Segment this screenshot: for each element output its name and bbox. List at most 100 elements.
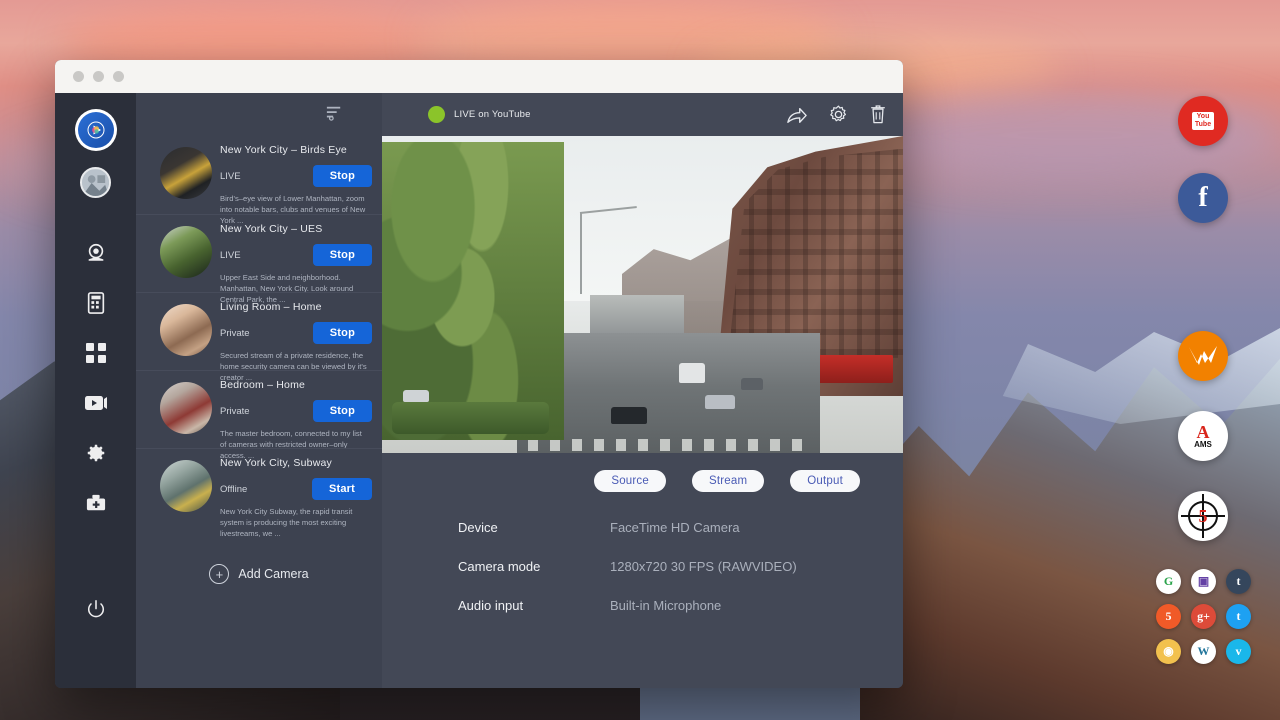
sidebar-item-settings[interactable] xyxy=(74,428,118,478)
camera-list: New York City – Birds EyeLIVEStopBird's–… xyxy=(136,136,382,526)
spec-value[interactable]: 1280x720 30 FPS (RAWVIDEO) xyxy=(610,559,797,574)
desktop: New York City – Birds EyeLIVEStopBird's–… xyxy=(0,0,1280,720)
adobe-ams-badge[interactable]: AAMS xyxy=(1178,411,1228,461)
trash-icon[interactable] xyxy=(869,104,887,125)
camera-toggle-button[interactable]: Stop xyxy=(313,322,372,344)
camera-title: Bedroom – Home xyxy=(220,379,374,391)
maximize-button[interactable] xyxy=(113,71,124,82)
google-g-icon[interactable]: G xyxy=(1156,569,1181,594)
camera-thumbnail xyxy=(160,147,212,199)
camera-info: New York City – UESLIVEStopUpper East Si… xyxy=(220,222,374,292)
camera-list-item[interactable]: New York City – Birds EyeLIVEStopBird's–… xyxy=(136,136,382,214)
camera-list-item[interactable]: Bedroom – HomePrivateStopThe master bedr… xyxy=(136,370,382,448)
sidebar-item-apps[interactable] xyxy=(74,328,118,378)
minimize-button[interactable] xyxy=(93,71,104,82)
camera-controls: LIVE Stop xyxy=(220,244,374,266)
live-status-dot xyxy=(428,106,445,123)
share-icon[interactable] xyxy=(786,105,808,125)
camera-list-item[interactable]: New York City – UESLIVEStopUpper East Si… xyxy=(136,214,382,292)
preview-streetlamp-pole xyxy=(580,212,582,294)
grid-icon xyxy=(86,343,106,363)
camera-controls: Private Stop xyxy=(220,400,374,422)
add-camera-button[interactable]: + Add Camera xyxy=(136,564,382,584)
preview-car-2 xyxy=(705,395,735,409)
toolbar-actions xyxy=(786,104,887,125)
main-panel: LIVE on YouTube xyxy=(382,93,903,688)
camera-controls: LIVE Stop xyxy=(220,165,374,187)
camera-state: Offline xyxy=(220,484,247,495)
camera-title: New York City – Birds Eye xyxy=(220,144,374,156)
app-window: New York City – Birds EyeLIVEStopBird's–… xyxy=(55,60,903,688)
medical-kit-icon xyxy=(85,493,107,513)
google-plus-icon[interactable]: g+ xyxy=(1191,604,1216,629)
user-avatar[interactable] xyxy=(80,167,111,198)
tab-source[interactable]: Source xyxy=(594,470,666,492)
tablet-icon xyxy=(86,292,106,314)
preview-car-4 xyxy=(741,378,763,390)
camera-state: LIVE xyxy=(220,171,241,182)
preview-crosswalk xyxy=(528,439,809,451)
live-status-label: LIVE on YouTube xyxy=(454,109,531,120)
sidebar-item-cameras[interactable] xyxy=(74,228,118,278)
camera-thumbnail xyxy=(160,304,212,356)
desktop-mini-icons: G ▣ t 5 g+ t ◉ Wv xyxy=(1152,565,1257,670)
tab-output[interactable]: Output xyxy=(790,470,860,492)
play-logo-icon xyxy=(78,112,114,148)
camera-info: Bedroom – HomePrivateStopThe master bedr… xyxy=(220,378,374,448)
avatar-icon xyxy=(82,169,109,197)
sidebar-item-support[interactable] xyxy=(74,478,118,528)
main-toolbar: LIVE on YouTube xyxy=(382,93,903,136)
camera-controls: Offline Start xyxy=(220,478,374,500)
camera-list-panel: New York City – Birds EyeLIVEStopBird's–… xyxy=(136,93,382,688)
power-icon xyxy=(86,599,106,619)
spec-row: Camera mode1280x720 30 FPS (RAWVIDEO) xyxy=(458,559,903,574)
app-logo[interactable] xyxy=(75,109,117,151)
camera-info: Living Room – HomePrivateStopSecured str… xyxy=(220,300,374,370)
spec-value[interactable]: Built-in Microphone xyxy=(610,598,721,613)
twitch-icon[interactable]: ▣ xyxy=(1191,569,1216,594)
camera-list-item[interactable]: New York City, SubwayOfflineStartNew Yor… xyxy=(136,448,382,526)
camera-toggle-button[interactable]: Start xyxy=(312,478,372,500)
wowza-badge[interactable] xyxy=(1178,331,1228,381)
sort-icon[interactable] xyxy=(326,105,342,126)
sidebar-item-player[interactable] xyxy=(74,378,118,428)
sidebar-item-power[interactable] xyxy=(74,584,118,634)
spec-value[interactable]: FaceTime HD Camera xyxy=(610,520,740,535)
target-five-badge[interactable]: 5 xyxy=(1178,491,1228,541)
video-preview[interactable] xyxy=(382,136,903,453)
video-player-icon xyxy=(84,393,108,413)
five-brand-icon[interactable]: 5 xyxy=(1156,604,1181,629)
camera-thumbnail xyxy=(160,226,212,278)
gear-icon[interactable] xyxy=(828,104,849,125)
camera-toggle-button[interactable]: Stop xyxy=(313,165,372,187)
tab-stream[interactable]: Stream xyxy=(692,470,764,492)
tumblr-icon[interactable]: t xyxy=(1226,569,1251,594)
flare-icon[interactable]: ◉ xyxy=(1156,639,1181,664)
camera-state: Private xyxy=(220,406,250,417)
preview-car-5 xyxy=(403,390,429,402)
facebook-badge[interactable]: f xyxy=(1178,173,1228,223)
window-body: New York City – Birds EyeLIVEStopBird's–… xyxy=(55,93,903,688)
camera-state: Private xyxy=(220,328,250,339)
camera-list-item[interactable]: Living Room – HomePrivateStopSecured str… xyxy=(136,292,382,370)
preview-car-3 xyxy=(679,363,705,383)
preview-hedge xyxy=(392,402,548,434)
camera-toggle-button[interactable]: Stop xyxy=(313,244,372,266)
webcam-icon xyxy=(85,242,107,264)
youtube-badge[interactable]: YouTube xyxy=(1178,96,1228,146)
camera-state: LIVE xyxy=(220,250,241,261)
camera-title: Living Room – Home xyxy=(220,301,374,313)
wordpress-icon[interactable]: W xyxy=(1191,639,1216,664)
close-button[interactable] xyxy=(73,71,84,82)
camera-toggle-button[interactable]: Stop xyxy=(313,400,372,422)
window-titlebar xyxy=(55,60,903,93)
sidebar-item-device[interactable] xyxy=(74,278,118,328)
preview-car-1 xyxy=(611,407,647,424)
twitter-icon[interactable]: t xyxy=(1226,604,1251,629)
plus-circle-icon: + xyxy=(209,564,229,584)
spec-row: Audio inputBuilt-in Microphone xyxy=(458,598,903,613)
vimeo-icon[interactable]: v xyxy=(1226,639,1251,664)
camera-list-toolbar xyxy=(136,93,382,136)
camera-info: New York City, SubwayOfflineStartNew Yor… xyxy=(220,456,374,526)
camera-title: New York City – UES xyxy=(220,223,374,235)
